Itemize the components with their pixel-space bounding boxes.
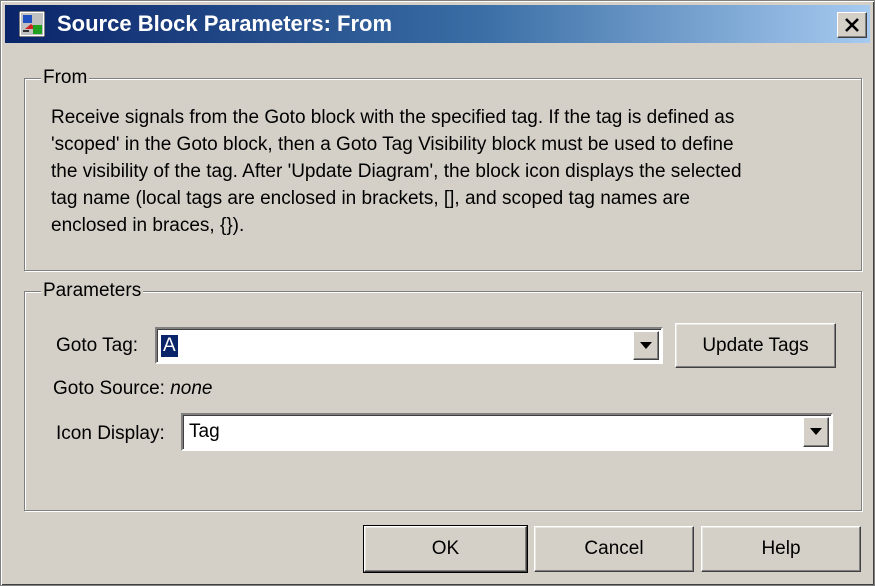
dropdown-arrow-icon bbox=[640, 341, 652, 349]
goto-tag-dropdown-button[interactable] bbox=[633, 331, 659, 360]
from-description: Receive signals from the Goto block with… bbox=[51, 104, 851, 239]
close-button[interactable] bbox=[837, 12, 867, 38]
help-button[interactable]: Help bbox=[701, 526, 861, 572]
icon-display-combo[interactable]: Tag bbox=[181, 413, 833, 451]
description-line: enclosed in braces, {}). bbox=[51, 215, 245, 236]
from-group-legend: From bbox=[41, 67, 90, 89]
update-tags-button[interactable]: Update Tags bbox=[675, 323, 836, 368]
title-bar[interactable]: Source Block Parameters: From bbox=[5, 5, 870, 43]
dialog-window: Source Block Parameters: From From Recei… bbox=[0, 0, 875, 586]
description-line: the visibility of the tag. After 'Update… bbox=[51, 161, 742, 182]
goto-tag-label: Goto Tag: bbox=[56, 335, 139, 356]
ok-button[interactable]: OK bbox=[363, 525, 528, 573]
goto-source-label: Goto Source: none bbox=[53, 377, 213, 401]
cancel-button[interactable]: Cancel bbox=[534, 526, 694, 572]
goto-source-label-text: Goto Source: bbox=[53, 378, 165, 399]
simulink-block-icon bbox=[19, 11, 45, 37]
description-line: 'scoped' in the Goto block, then a Goto … bbox=[51, 134, 734, 155]
goto-tag-value[interactable]: A bbox=[161, 335, 178, 357]
goto-source-value: none bbox=[170, 378, 213, 399]
dropdown-arrow-icon bbox=[810, 428, 822, 435]
window-title: Source Block Parameters: From bbox=[57, 11, 393, 36]
icon-display-value[interactable]: Tag bbox=[189, 421, 220, 443]
close-icon bbox=[845, 18, 859, 32]
icon-display-label: Icon Display: bbox=[56, 423, 165, 444]
description-line: tag name (local tags are enclosed in bra… bbox=[51, 188, 690, 209]
goto-tag-combo[interactable]: A bbox=[155, 327, 663, 364]
parameters-group-legend: Parameters bbox=[41, 280, 144, 302]
icon-display-dropdown-button[interactable] bbox=[803, 417, 829, 447]
description-line: Receive signals from the Goto block with… bbox=[51, 107, 735, 128]
